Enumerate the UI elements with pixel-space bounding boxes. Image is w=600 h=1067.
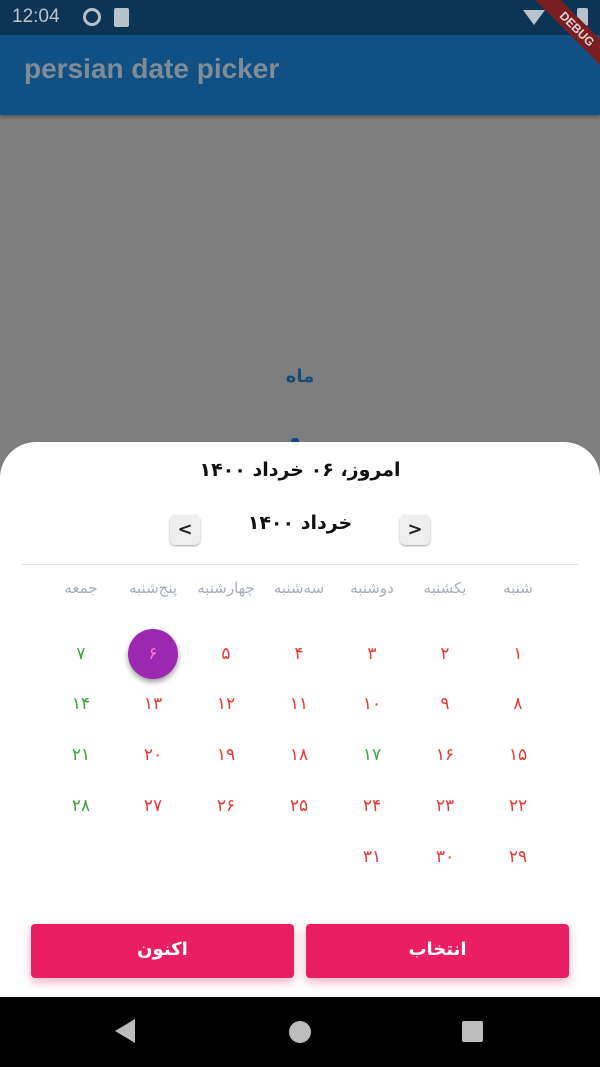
day-cell[interactable]: ۲۶ (201, 781, 251, 831)
day-cell[interactable]: ۱۳ (128, 679, 178, 729)
sd-card-icon (114, 8, 129, 27)
day-cell[interactable]: ۱۷ (347, 730, 397, 780)
day-cell[interactable]: ۳۰ (420, 832, 470, 882)
day-cell[interactable]: ۸ (493, 679, 543, 729)
day-cell[interactable]: ۱۴ (56, 679, 106, 729)
day-cell[interactable]: ۱ (493, 629, 543, 679)
sync-icon (83, 8, 101, 26)
day-cell[interactable]: ۲۱ (56, 730, 106, 780)
day-cell-selected[interactable]: ۶ (128, 629, 178, 679)
day-cell[interactable]: ۴ (274, 629, 324, 679)
day-cell[interactable]: ۱۰ (347, 679, 397, 729)
day-cell[interactable]: ۷ (56, 629, 106, 679)
day-cell[interactable]: ۱۸ (274, 730, 324, 780)
day-cell[interactable]: ۱۵ (493, 730, 543, 780)
day-cell[interactable]: ۲۴ (347, 781, 397, 831)
recent-apps-icon[interactable] (462, 1021, 483, 1042)
status-bar: 12:04 (0, 0, 600, 35)
app-title: persian date picker (24, 53, 280, 84)
day-cell[interactable]: ۲۰ (128, 730, 178, 780)
background-month-label: ماه (285, 366, 315, 387)
day-cell[interactable]: ۳۱ (347, 832, 397, 882)
day-cell[interactable]: ۳ (347, 629, 397, 679)
day-cell[interactable]: ۱۶ (420, 730, 470, 780)
app-bar: persian date picker (0, 35, 600, 115)
day-cell[interactable]: ۲ (420, 629, 470, 679)
day-cell[interactable]: ۲۳ (420, 781, 470, 831)
day-cell[interactable]: ۱۹ (201, 730, 251, 780)
system-nav-bar (0, 997, 600, 1067)
day-cell[interactable]: ۲۷ (128, 781, 178, 831)
day-cell[interactable]: ۱۱ (274, 679, 324, 729)
day-cell[interactable]: ۲۲ (493, 781, 543, 831)
day-cell[interactable]: ۵ (201, 629, 251, 679)
day-cell[interactable]: ۲۵ (274, 781, 324, 831)
status-time: 12:04 (12, 6, 60, 27)
day-cell[interactable]: ۱۲ (201, 679, 251, 729)
select-button[interactable]: انتخاب (306, 924, 569, 978)
home-icon[interactable] (289, 1021, 311, 1043)
wifi-icon (523, 10, 545, 25)
day-cell[interactable]: ۲۹ (493, 832, 543, 882)
day-cell[interactable]: ۲۸ (56, 781, 106, 831)
back-icon[interactable] (115, 1019, 135, 1043)
day-cell[interactable]: ۹ (420, 679, 470, 729)
calendar-grid: ۱ ۲ ۳ ۴ ۵ ۶ ۷ ۸ ۹ ۱۰ ۱۱ ۱۲ ۱۳ ۱۴ ۱۵ ۱۶ ۱۷ ۱۸ ۱۹ ۲۰ ۲۱ ۲۲ ۲۳ ۲۴ ۲… (0, 442, 600, 997)
now-button[interactable]: اکنون (31, 924, 294, 978)
date-picker-sheet: امروز، ۰۶ خرداد ۱۴۰۰ < خرداد ۱۴۰۰ > شنبه… (0, 442, 600, 997)
